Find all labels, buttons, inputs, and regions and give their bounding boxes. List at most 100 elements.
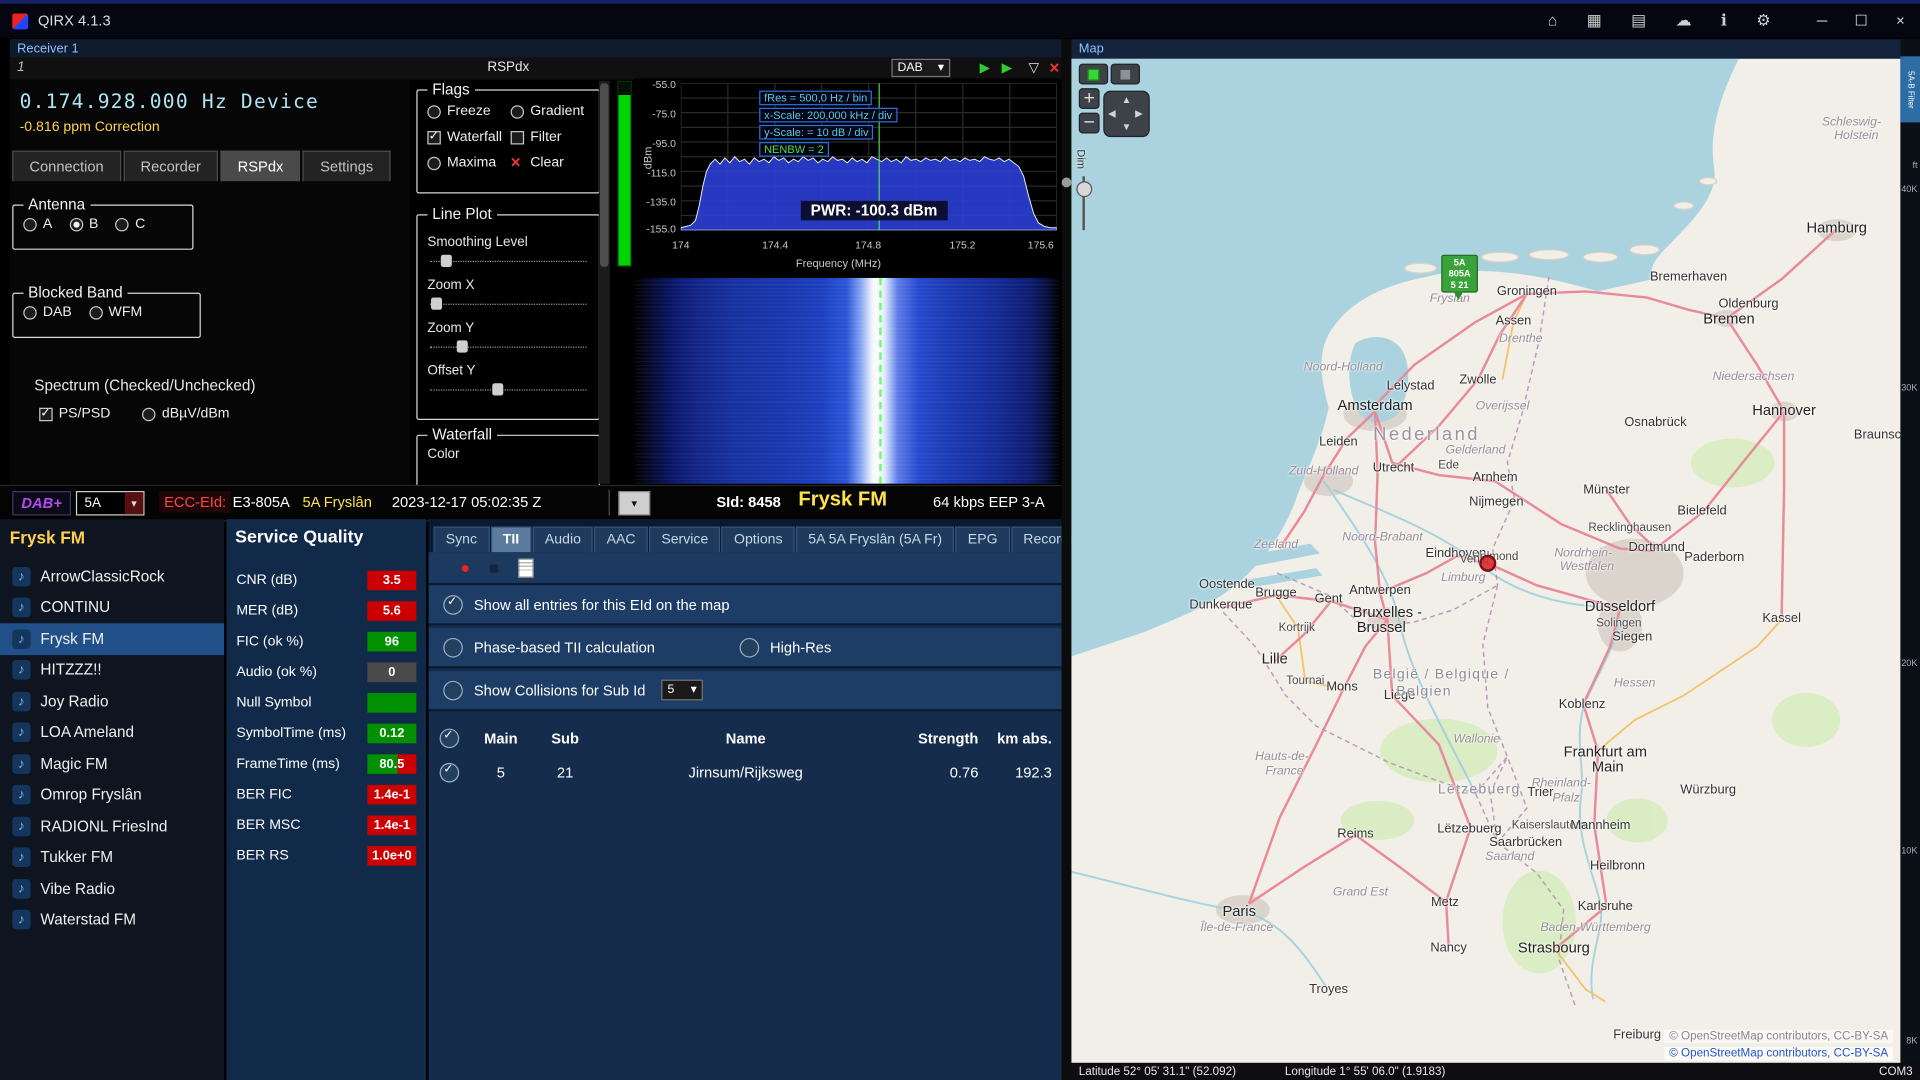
- detail-tab[interactable]: Sync: [433, 527, 489, 553]
- document-icon[interactable]: [518, 558, 534, 578]
- antenna-option[interactable]: C: [116, 217, 146, 232]
- config-scrollbar[interactable]: [599, 81, 610, 484]
- pan-left-icon[interactable]: ◀: [1108, 108, 1116, 119]
- map-pan-control[interactable]: ▲ ▼ ◀ ▶: [1103, 91, 1150, 138]
- dbuv-radio[interactable]: dBµV/dBm: [142, 407, 229, 422]
- map-canvas[interactable]: Schleswig-HolsteinHamburgBremerhavenOlde…: [1071, 59, 1900, 1063]
- blocked-band-option[interactable]: WFM: [89, 305, 142, 320]
- frequency-display[interactable]: 0.174.928.000 Hz Device: [20, 89, 319, 112]
- map-layer-button[interactable]: [1079, 64, 1108, 85]
- checkbox-icon[interactable]: [443, 594, 463, 614]
- service-list-item[interactable]: ArrowClassicRock: [0, 561, 224, 592]
- service-list-item[interactable]: HITZZZ!!: [0, 654, 224, 685]
- secondary-location-marker[interactable]: [1479, 555, 1496, 572]
- flag-option[interactable]: Maxima: [427, 156, 505, 171]
- filter-funnel-icon[interactable]: ▽: [1029, 60, 1039, 76]
- service-list-item[interactable]: Vibe Radio: [0, 873, 224, 904]
- minimize-button[interactable]: ─: [1802, 6, 1841, 37]
- antenna-option[interactable]: A: [23, 217, 52, 232]
- flag-option[interactable]: Gradient: [511, 104, 589, 119]
- map-mode-button[interactable]: [1111, 64, 1140, 85]
- slider-handle[interactable]: [431, 298, 442, 310]
- atlas-icon[interactable]: ▤: [1631, 11, 1646, 31]
- receiver-tab[interactable]: Recorder: [123, 151, 218, 182]
- antenna-option[interactable]: B: [69, 217, 98, 232]
- close-button[interactable]: ×: [1881, 6, 1920, 37]
- slider[interactable]: [427, 382, 589, 398]
- detail-tab[interactable]: Audio: [533, 527, 594, 553]
- service-list-item[interactable]: Magic FM: [0, 748, 224, 779]
- flag-option[interactable]: Freeze: [427, 104, 505, 119]
- tii-transmitter-marker[interactable]: 5A 805A 5 21: [1441, 255, 1478, 293]
- slider-handle[interactable]: [440, 255, 451, 267]
- tii-table-row[interactable]: 5 21 Jirnsum/Rijksweg 0.76 192.3: [429, 756, 1062, 790]
- service-list-item[interactable]: CONTINU: [0, 592, 224, 623]
- show-all-entries-option[interactable]: Show all entries for this EId on the map: [429, 585, 1062, 625]
- flag-option[interactable]: Clear: [511, 156, 589, 171]
- flag-option[interactable]: Waterfall: [427, 130, 505, 145]
- scrollbar-thumb[interactable]: [600, 83, 609, 267]
- receiver-tab[interactable]: Connection: [12, 151, 121, 182]
- current-service-name: Frysk FM: [798, 489, 887, 512]
- blocked-band-option[interactable]: DAB: [23, 305, 72, 320]
- band-select[interactable]: DAB ▾: [891, 59, 950, 77]
- slider[interactable]: [427, 253, 589, 269]
- pan-down-icon[interactable]: ▼: [1122, 121, 1132, 132]
- flag-option[interactable]: Filter: [511, 130, 589, 145]
- psd-checkbox[interactable]: PS/PSD: [39, 407, 110, 422]
- slider-handle[interactable]: [492, 383, 503, 395]
- record-icon[interactable]: ●: [460, 558, 470, 576]
- service-list-item[interactable]: Joy Radio: [0, 686, 224, 717]
- select-all-checkbox-icon[interactable]: [440, 729, 460, 749]
- info-icon[interactable]: ℹ: [1721, 11, 1727, 31]
- high-res-checkbox-icon[interactable]: [739, 637, 759, 657]
- detail-tab[interactable]: Options: [722, 527, 795, 553]
- play-button[interactable]: ▶: [980, 60, 990, 76]
- network-icon[interactable]: ☁: [1676, 11, 1692, 31]
- stop-icon[interactable]: ■: [490, 559, 499, 576]
- show-collisions-option[interactable]: Show Collisions for Sub Id 5 ▾: [429, 671, 1062, 711]
- detail-tab[interactable]: AAC: [594, 527, 647, 553]
- play-all-button[interactable]: ▶: [1002, 60, 1012, 76]
- detail-tab[interactable]: 5A 5A Fryslân (5A Fr): [796, 527, 954, 553]
- grid-icon[interactable]: ▦: [1587, 11, 1602, 31]
- service-list-item[interactable]: Frysk FM: [0, 623, 224, 654]
- map-attribution-link[interactable]: © OpenStreetMap contributors, CC-BY-SA: [1664, 1047, 1893, 1060]
- phase-based-option[interactable]: Phase-based TII calculation High-Res: [429, 628, 1062, 668]
- service-list-item[interactable]: RADIONL FriesInd: [0, 811, 224, 842]
- channel-select[interactable]: 5A ▾: [76, 491, 145, 515]
- home-icon[interactable]: ⌂: [1548, 11, 1558, 31]
- slider[interactable]: [427, 339, 589, 355]
- service-list-item[interactable]: Waterstad FM: [0, 904, 224, 935]
- waterfall-display[interactable]: [634, 278, 1059, 484]
- pane-splitter[interactable]: [1062, 39, 1072, 1080]
- settings-gear-icon[interactable]: ⚙: [1756, 11, 1770, 31]
- slider-handle[interactable]: [456, 340, 467, 352]
- service-list-item[interactable]: Omrop Fryslân: [0, 779, 224, 810]
- detail-tab[interactable]: EPG: [956, 527, 1010, 553]
- service-dropdown-button[interactable]: ▾: [618, 491, 650, 515]
- spectrum-plot[interactable]: dBm -55.0 -75.0 -95.0 -115.0 -135.0 -155…: [634, 78, 1059, 276]
- close-receiver-icon[interactable]: ×: [1049, 58, 1059, 78]
- splitter-grip[interactable]: [1062, 178, 1072, 188]
- sub-id-select[interactable]: 5 ▾: [661, 680, 703, 701]
- detail-tab[interactable]: Service: [649, 527, 720, 553]
- receiver-tab[interactable]: RSPdx: [221, 151, 301, 182]
- pan-up-icon[interactable]: ▲: [1122, 94, 1132, 105]
- pan-right-icon[interactable]: ▶: [1135, 108, 1143, 119]
- detail-tab[interactable]: TII: [491, 527, 532, 553]
- filter-strip-label[interactable]: 5A-B Filter: [1900, 56, 1920, 122]
- row-checkbox-icon[interactable]: [440, 763, 460, 783]
- chevron-down-icon: ▾: [125, 492, 143, 514]
- receiver-tab[interactable]: Settings: [303, 151, 390, 182]
- service-list-item[interactable]: LOA Ameland: [0, 717, 224, 748]
- checkbox-icon[interactable]: [443, 680, 463, 700]
- zoom-out-button[interactable]: −: [1079, 113, 1100, 134]
- dim-slider-handle[interactable]: [1076, 181, 1092, 197]
- checkbox-icon[interactable]: [443, 637, 463, 657]
- plot-slider-row: Zoom X: [427, 278, 589, 312]
- zoom-in-button[interactable]: +: [1079, 88, 1100, 109]
- slider[interactable]: [427, 296, 589, 312]
- service-list-item[interactable]: Tukker FM: [0, 842, 224, 873]
- maximize-button[interactable]: ☐: [1842, 6, 1881, 37]
